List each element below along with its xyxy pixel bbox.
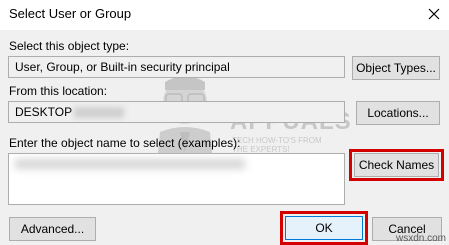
watermark-tagline: TECH HOW-TO'S FROM THE EXPERTS! [232,136,322,154]
check-names-button[interactable]: Check Names [354,153,439,177]
ok-button[interactable]: OK [285,216,363,240]
object-names-input[interactable] [8,153,345,205]
object-names-label: Enter the object name to select (example… [9,136,241,150]
advanced-button-label: Advanced... [20,222,85,236]
ok-button-label: OK [315,221,333,235]
location-field: DESKTOP [8,101,345,123]
location-label: From this location: [9,84,108,98]
close-icon [428,8,440,20]
object-type-field: User, Group, or Built-in security princi… [8,56,345,78]
check-names-button-label: Check Names [358,158,435,172]
site-credit: wsxdn.com [395,233,446,244]
location-value: DESKTOP [15,105,73,119]
object-types-button[interactable]: Object Types... [352,56,440,80]
window-title: Select User or Group [9,6,132,21]
locations-button-label: Locations... [367,106,429,120]
redacted-computer-name [74,107,125,119]
close-button[interactable] [419,0,449,28]
locations-button[interactable]: Locations... [356,101,440,125]
advanced-button[interactable]: Advanced... [9,217,96,241]
object-types-button-label: Object Types... [356,61,436,75]
object-type-label: Select this object type: [9,39,130,53]
redacted-object-name [15,159,245,169]
select-user-or-group-dialog: Select User or Group APPUALS TECH HOW-TO… [0,0,449,245]
title-bar: Select User or Group [0,0,449,30]
